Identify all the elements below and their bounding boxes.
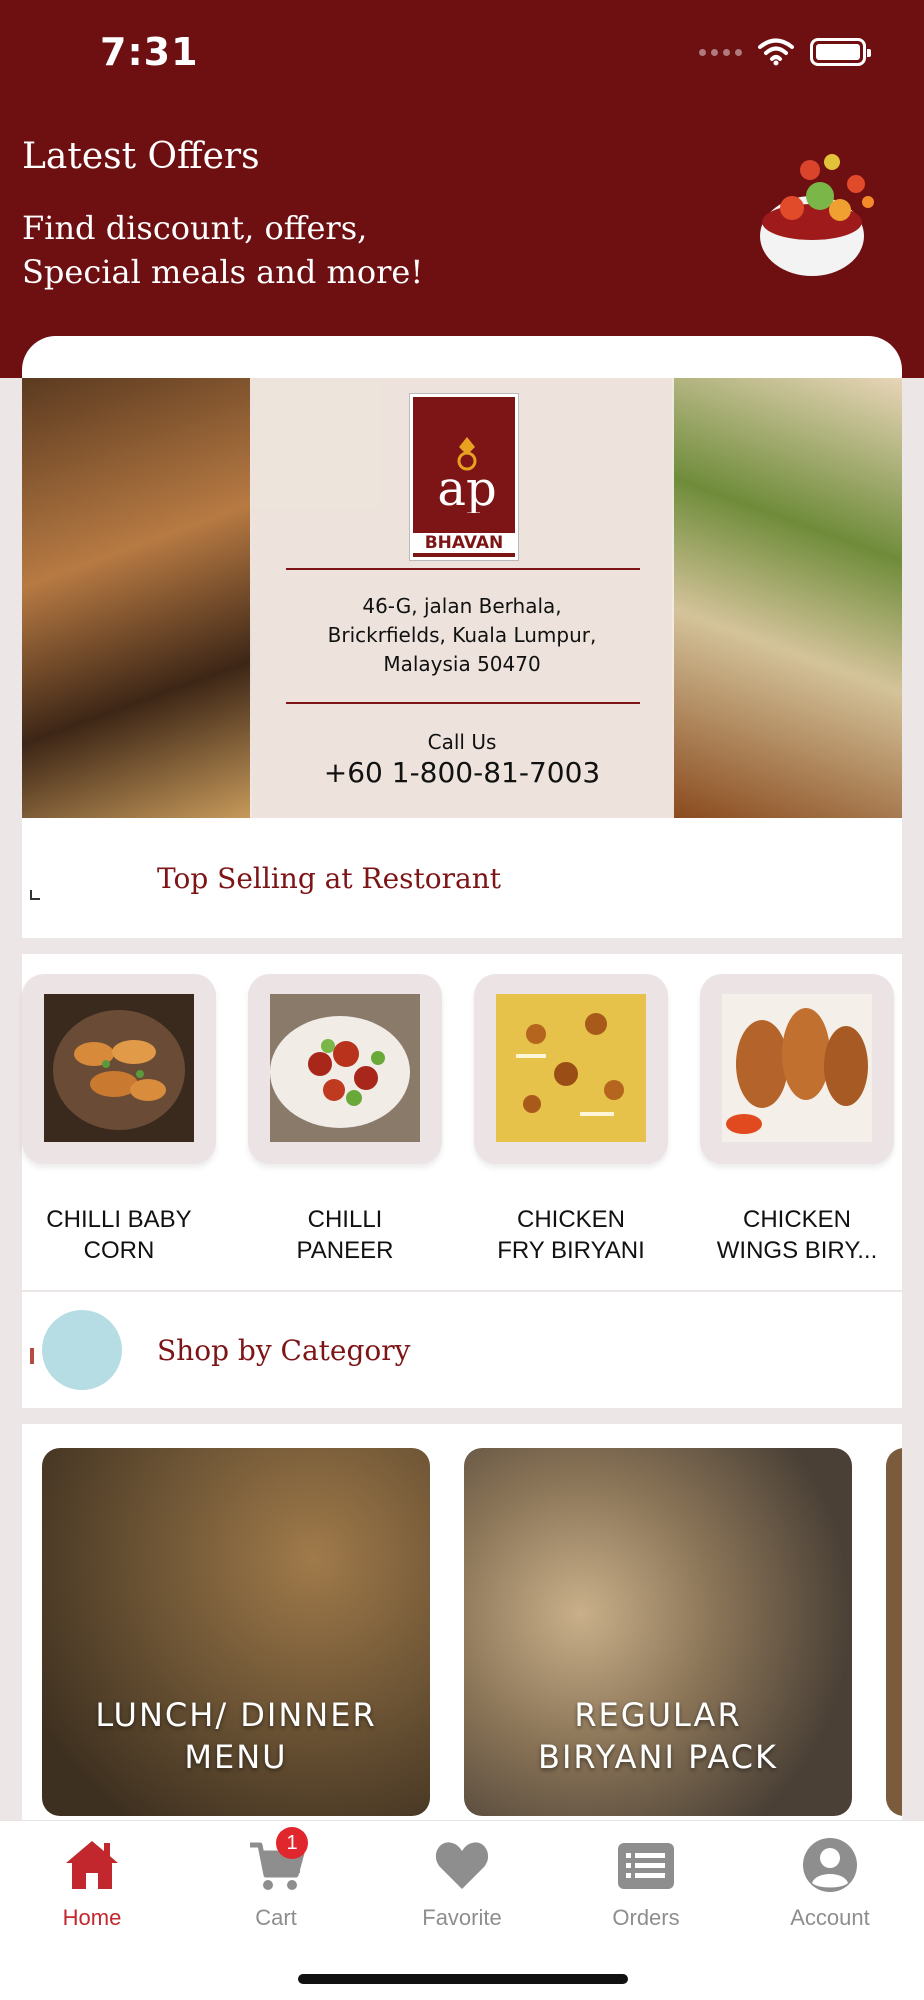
food-bowl-icon (760, 154, 874, 276)
banner-info-panel: ap BHAVAN 46-G, jalan Berhala, Brickrfie… (250, 378, 674, 818)
product-image-frame (474, 974, 668, 1164)
orders-icon (616, 1835, 676, 1895)
category-carousel: LUNCH/ DINNER MENU REGULAR BIRYANI PACK (22, 1424, 902, 1820)
top-selling-list: CHILLI BABY CORN CHILLI PANEER CHICKEN F… (22, 954, 902, 1290)
cart-icon: 1 (246, 1827, 308, 1895)
tab-label: Home (62, 1905, 122, 1930)
divider (286, 568, 640, 570)
shop-by-category-title: Shop by Category (157, 1334, 411, 1367)
product-item[interactable]: CHICKEN FRY BIRYANI (474, 974, 668, 1266)
category-header (22, 1292, 902, 1408)
heart-icon (432, 1835, 492, 1895)
category-card[interactable]: REGULAR BIRYANI PACK (464, 1448, 852, 1816)
home-icon (62, 1835, 122, 1895)
product-name: CHILLI PANEER (296, 1206, 394, 1264)
svg-text:ap: ap (437, 461, 496, 513)
call-label: Call Us (427, 730, 497, 754)
top-selling-title: Top Selling at Restorant (157, 862, 501, 895)
product-image (44, 994, 194, 1142)
battery-icon (810, 38, 871, 66)
product-image (722, 994, 872, 1142)
status-icons (699, 38, 871, 66)
logo-text: BHAVAN (413, 533, 515, 553)
header: 7:31 Latest Offers Find discount, offers… (0, 0, 924, 378)
product-item[interactable]: CHILLI BABY CORN (22, 974, 216, 1266)
tab-orders[interactable]: Orders (554, 1835, 738, 1931)
subtitle-text: Find discount, offers, Special meals and… (22, 209, 424, 291)
tab-cart[interactable]: 1 Cart (184, 1827, 368, 1931)
restaurant-banner[interactable]: ap BHAVAN 46-G, jalan Berhala, Brickrfie… (22, 378, 902, 818)
category-label: LUNCH/ DINNER MENU (95, 1696, 377, 1776)
page-title: Latest Offers (22, 136, 260, 177)
product-image (270, 994, 420, 1142)
product-name: CHILLI BABY CORN (46, 1206, 192, 1264)
wifi-icon (758, 38, 794, 66)
product-name: CHICKEN WINGS BIRY... (716, 1206, 878, 1264)
section-icon (30, 1348, 34, 1364)
divider (286, 702, 640, 704)
cart-badge: 1 (276, 1827, 308, 1859)
restaurant-address: 46-G, jalan Berhala, Brickrfields, Kuala… (327, 594, 597, 676)
product-image (496, 994, 646, 1142)
product-item[interactable]: CHILLI PANEER (248, 974, 442, 1266)
restaurant-logo: ap BHAVAN (410, 394, 518, 560)
product-image-frame (700, 974, 894, 1164)
tab-account[interactable]: Account (738, 1835, 922, 1931)
category-card[interactable] (886, 1448, 902, 1816)
signal-icon (699, 48, 742, 56)
category-card[interactable]: LUNCH/ DINNER MENU (42, 1448, 430, 1816)
page-subtitle: Find discount, offers, Special meals and… (22, 206, 582, 294)
tab-label: Orders (612, 1905, 680, 1930)
tab-favorite[interactable]: Favorite (370, 1835, 554, 1931)
tab-home[interactable]: Home (0, 1835, 184, 1931)
phone-number[interactable]: +60 1-800-81-7003 (250, 756, 674, 789)
category-avatar (42, 1310, 122, 1390)
logo-mark-icon: ap (437, 437, 497, 513)
product-image-frame (248, 974, 442, 1164)
tab-label: Account (790, 1905, 870, 1930)
status-time: 7:31 (100, 30, 199, 74)
tab-label: Favorite (422, 1905, 502, 1930)
category-label: REGULAR BIRYANI PACK (538, 1696, 778, 1776)
product-item[interactable]: CHICKEN WINGS BIRY... (700, 974, 894, 1266)
product-image-frame (22, 974, 216, 1164)
bottom-tab-bar: Home 1 Cart Favorite Orders Account (0, 1820, 924, 2000)
banner-food-image-right (672, 378, 902, 818)
product-name: CHICKEN FRY BIRYANI (497, 1206, 645, 1264)
tab-label: Cart (255, 1905, 297, 1930)
section-icon (30, 890, 40, 900)
account-icon (800, 1835, 860, 1895)
banner-food-image-left (22, 378, 252, 818)
home-indicator[interactable] (298, 1974, 628, 1984)
